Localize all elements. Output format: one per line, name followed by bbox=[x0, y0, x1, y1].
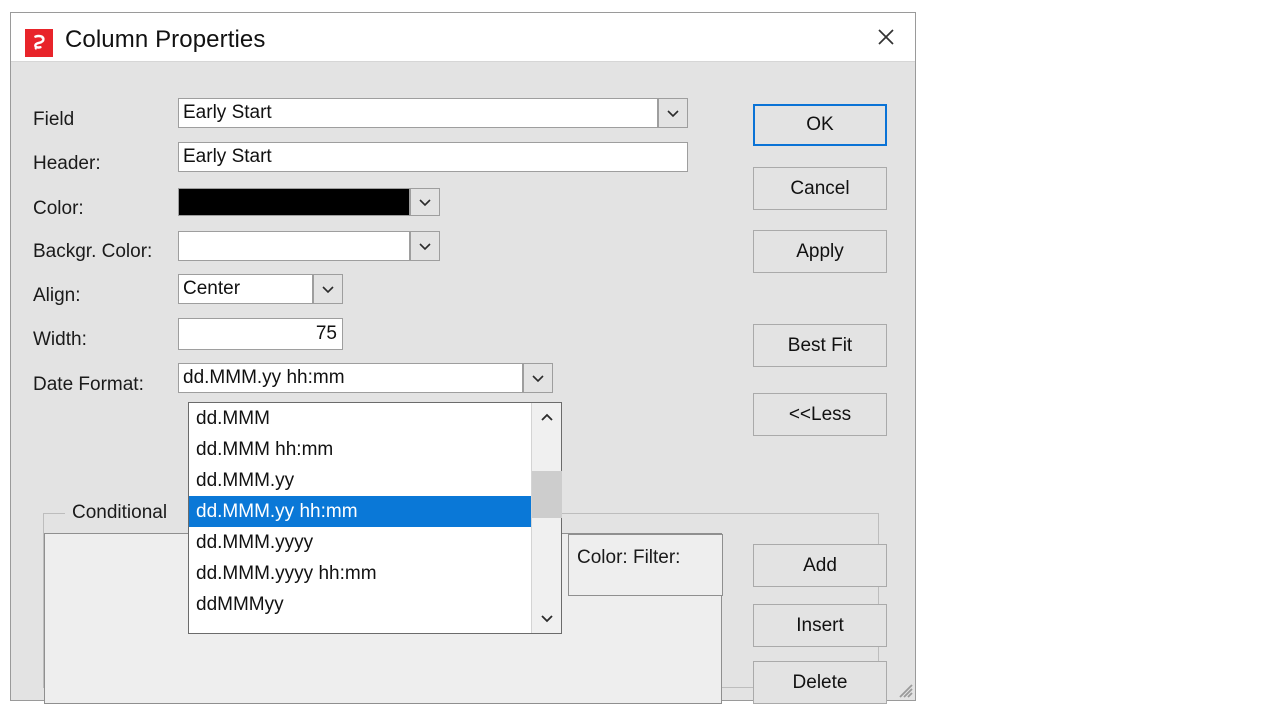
conditional-column-headers: Color: Filter: bbox=[577, 547, 681, 568]
conditional-group-legend: Conditional bbox=[69, 502, 171, 524]
list-item-selected[interactable]: dd.MMM.yy hh:mm bbox=[189, 496, 533, 527]
background-color-label: Backgr. Color: bbox=[33, 241, 153, 262]
cancel-button[interactable]: Cancel bbox=[753, 167, 887, 210]
width-label: Width: bbox=[33, 329, 87, 350]
delete-button[interactable]: Delete bbox=[753, 661, 887, 704]
width-input[interactable]: 75 bbox=[178, 318, 343, 350]
date-format-label: Date Format: bbox=[33, 374, 144, 395]
scrollbar-thumb[interactable] bbox=[532, 471, 562, 518]
header-label: Header: bbox=[33, 153, 101, 174]
insert-button[interactable]: Insert bbox=[753, 604, 887, 647]
date-format-combo-value[interactable]: dd.MMM.yy hh:mm bbox=[178, 363, 523, 393]
page-title: Column Properties bbox=[65, 26, 266, 53]
chevron-up-icon[interactable] bbox=[532, 403, 562, 433]
color-label: Color: bbox=[33, 198, 84, 219]
list-item[interactable]: ddMMMyy bbox=[189, 589, 533, 620]
color-swatch[interactable] bbox=[178, 188, 410, 216]
field-combo-value[interactable]: Early Start bbox=[178, 98, 658, 128]
date-format-dropdown-list[interactable]: dd.MMM dd.MMM hh:mm dd.MMM.yy dd.MMM.yy … bbox=[188, 402, 562, 634]
column-properties-dialog: Column Properties Field Early Start Head… bbox=[10, 12, 916, 704]
background-color-combo-chevron-down-icon[interactable] bbox=[410, 231, 440, 261]
field-combo-chevron-down-icon[interactable] bbox=[658, 98, 688, 128]
align-label: Align: bbox=[33, 285, 81, 306]
background-color-swatch[interactable] bbox=[178, 231, 410, 261]
ok-button[interactable]: OK bbox=[753, 104, 887, 146]
dropdown-scrollbar[interactable] bbox=[531, 403, 562, 633]
apply-button[interactable]: Apply bbox=[753, 230, 887, 273]
title-bar: Column Properties bbox=[11, 13, 915, 62]
align-combo-value[interactable]: Center bbox=[178, 274, 313, 304]
date-format-option-list: dd.MMM dd.MMM hh:mm dd.MMM.yy dd.MMM.yy … bbox=[189, 403, 533, 633]
less-button[interactable]: <<Less bbox=[753, 393, 887, 436]
list-item[interactable]: dd.MMM.yyyy hh:mm bbox=[189, 558, 533, 589]
field-label: Field bbox=[33, 109, 75, 130]
close-icon[interactable] bbox=[857, 13, 915, 61]
list-item[interactable]: dd.MMM hh:mm bbox=[189, 434, 533, 465]
color-combo-chevron-down-icon[interactable] bbox=[410, 188, 440, 216]
app-logo-icon bbox=[25, 29, 53, 57]
resize-grip[interactable] bbox=[895, 680, 913, 698]
chevron-down-icon[interactable] bbox=[532, 603, 562, 633]
align-combo-chevron-down-icon[interactable] bbox=[313, 274, 343, 304]
list-item[interactable]: dd.MMM.yyyy bbox=[189, 527, 533, 558]
date-format-combo-chevron-down-icon[interactable] bbox=[523, 363, 553, 393]
list-item[interactable]: dd.MMM.yy bbox=[189, 465, 533, 496]
best-fit-button[interactable]: Best Fit bbox=[753, 324, 887, 367]
list-item[interactable]: dd.MMM bbox=[189, 403, 533, 434]
header-input[interactable]: Early Start bbox=[178, 142, 688, 172]
add-button[interactable]: Add bbox=[753, 544, 887, 587]
